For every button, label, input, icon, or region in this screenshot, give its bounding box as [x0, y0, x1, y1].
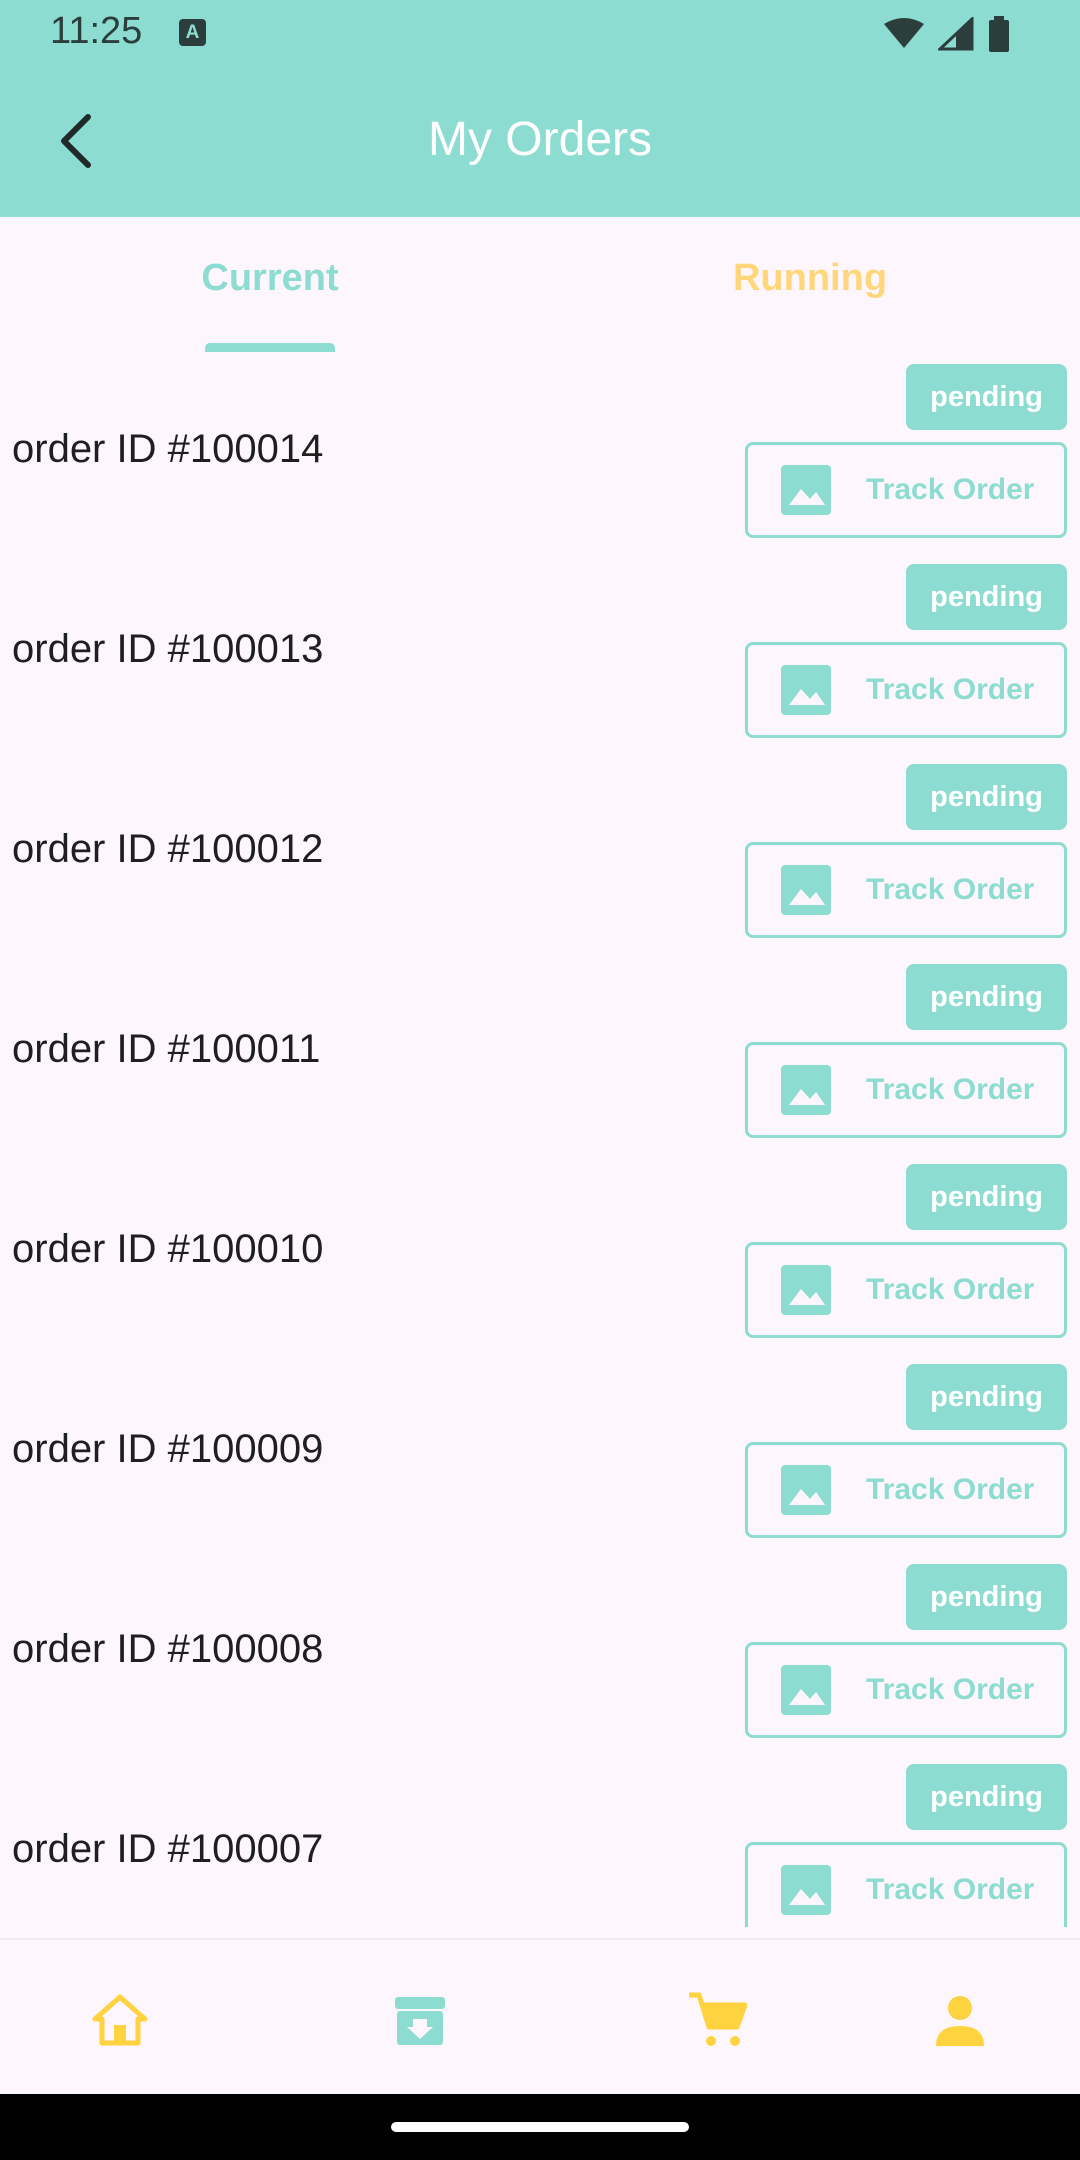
status-bar: 11:25 A	[0, 0, 1080, 68]
image-icon	[781, 1065, 831, 1115]
list-item: order ID #100012 pending Track Order	[0, 752, 1080, 952]
list-item: order ID #100010 pending Track Order	[0, 1152, 1080, 1352]
person-icon	[936, 1996, 984, 2046]
status-time: 11:25	[50, 10, 143, 52]
image-icon	[781, 865, 831, 915]
track-order-button[interactable]: Track Order	[745, 1842, 1067, 1927]
order-id: order ID #100008	[12, 1627, 324, 1671]
nav-cart[interactable]	[687, 1990, 747, 2050]
order-id: order ID #100011	[12, 1027, 321, 1071]
track-order-button[interactable]: Track Order	[745, 1442, 1067, 1538]
list-item: order ID #100013 pending Track Order	[0, 552, 1080, 752]
track-order-button[interactable]: Track Order	[745, 642, 1067, 738]
tab-indicator	[205, 343, 335, 352]
track-order-button[interactable]: Track Order	[745, 1642, 1067, 1738]
order-id: order ID #100007	[12, 1827, 324, 1871]
track-order-label: Track Order	[866, 473, 1035, 506]
track-order-button[interactable]: Track Order	[745, 1042, 1067, 1138]
order-id: order ID #100009	[12, 1427, 324, 1471]
status-badge: pending	[906, 364, 1067, 430]
tab-current[interactable]: Current	[0, 217, 540, 352]
status-icons	[884, 14, 1010, 54]
list-item: order ID #100007 pending Track Order	[0, 1752, 1080, 1927]
nav-home[interactable]	[90, 1990, 150, 2050]
track-order-label: Track Order	[866, 873, 1035, 906]
status-badge: pending	[906, 1564, 1067, 1630]
order-id: order ID #100014	[12, 427, 324, 471]
order-id: order ID #100013	[12, 627, 324, 671]
page-title: My Orders	[427, 113, 652, 166]
signal-icon	[938, 17, 974, 51]
track-order-label: Track Order	[866, 1873, 1035, 1906]
status-badge: pending	[906, 964, 1067, 1030]
track-order-button[interactable]: Track Order	[745, 1242, 1067, 1338]
tab-running[interactable]: Running	[540, 217, 1080, 352]
status-badge: pending	[906, 764, 1067, 830]
bottom-nav	[0, 1938, 1080, 2094]
image-icon	[781, 465, 831, 515]
list-item: order ID #100014 pending Track Order	[0, 352, 1080, 552]
order-tabs: Current Running	[0, 217, 1080, 352]
track-order-button[interactable]: Track Order	[745, 442, 1067, 538]
status-badge: pending	[906, 1764, 1067, 1830]
track-order-button[interactable]: Track Order	[745, 842, 1067, 938]
nav-orders[interactable]	[390, 1990, 450, 2050]
a-icon: A	[179, 19, 206, 46]
order-list[interactable]: order ID #100014 pending Track Order ord…	[0, 352, 1080, 1927]
order-id: order ID #100010	[12, 1227, 324, 1271]
gesture-handle[interactable]	[391, 2122, 689, 2132]
track-order-label: Track Order	[866, 673, 1035, 706]
image-icon	[781, 1465, 831, 1515]
image-icon	[781, 1265, 831, 1315]
home-icon	[92, 1994, 148, 2046]
track-order-label: Track Order	[866, 1473, 1035, 1506]
status-badge: pending	[906, 1164, 1067, 1230]
track-order-label: Track Order	[866, 1273, 1035, 1306]
list-item: order ID #100009 pending Track Order	[0, 1352, 1080, 1552]
image-icon	[781, 1665, 831, 1715]
list-item: order ID #100008 pending Track Order	[0, 1552, 1080, 1752]
archive-download-icon	[395, 1997, 445, 2045]
track-order-label: Track Order	[866, 1073, 1035, 1106]
image-icon	[781, 1865, 831, 1915]
track-order-label: Track Order	[866, 1673, 1035, 1706]
image-icon	[781, 665, 831, 715]
status-badge: pending	[906, 564, 1067, 630]
cart-icon	[689, 1992, 747, 2046]
list-item: order ID #100011 pending Track Order	[0, 952, 1080, 1152]
app-header: 11:25 A My Orders	[0, 0, 1080, 217]
system-gesture-bar	[0, 2094, 1080, 2160]
nav-profile[interactable]	[930, 1990, 990, 2050]
status-badge: pending	[906, 1364, 1067, 1430]
wifi-icon	[884, 18, 924, 48]
order-id: order ID #100012	[12, 827, 324, 871]
battery-icon	[989, 16, 1009, 52]
